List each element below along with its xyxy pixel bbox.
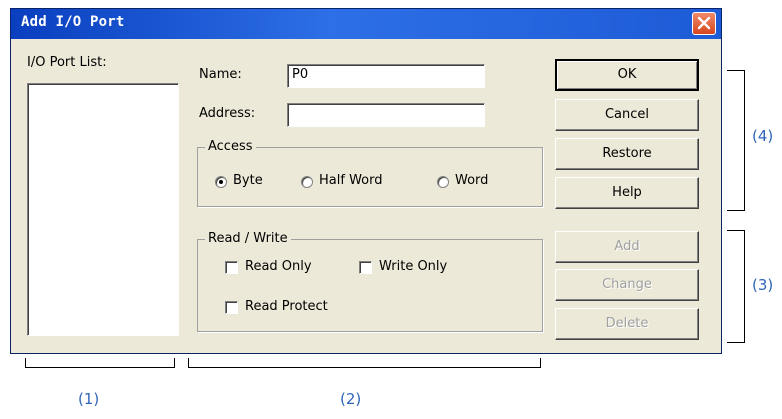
byte-radio[interactable] [215,176,227,188]
half-word-radio-label[interactable]: Half Word [319,173,382,188]
cancel-button[interactable]: Cancel [555,99,699,131]
restore-button[interactable]: Restore [555,138,699,170]
name-input[interactable]: P0 [287,64,485,88]
read-protect-checkbox[interactable] [225,301,238,314]
address-label: Address: [199,106,256,121]
ok-button[interactable]: OK [555,59,699,91]
annotation-1: (1) [78,390,100,408]
delete-button[interactable]: Delete [555,308,699,340]
access-group-title: Access [205,139,256,154]
io-port-list[interactable] [27,83,179,336]
name-label: Name: [199,67,242,82]
bracket-1 [25,358,175,368]
bracket-2 [188,358,541,368]
write-only-label[interactable]: Write Only [379,259,447,274]
address-input[interactable] [287,103,485,127]
bracket-3 [727,230,745,343]
word-radio-label[interactable]: Word [455,173,488,188]
close-icon [697,16,711,30]
read-protect-label[interactable]: Read Protect [245,299,328,314]
write-only-checkbox[interactable] [359,261,372,274]
io-port-list-label: I/O Port List: [27,55,107,70]
read-write-group [197,239,543,332]
title-bar[interactable]: Add I/O Port [11,9,721,39]
add-button[interactable]: Add [555,231,699,263]
annotation-3: (3) [752,276,774,294]
change-button[interactable]: Change [555,269,699,301]
half-word-radio[interactable] [301,176,313,188]
word-radio[interactable] [437,176,449,188]
close-button[interactable] [692,12,716,35]
bracket-4 [727,70,745,211]
annotation-4: (4) [752,127,774,145]
read-only-checkbox[interactable] [225,261,238,274]
read-only-label[interactable]: Read Only [245,259,312,274]
help-button[interactable]: Help [555,177,699,209]
annotation-2: (2) [340,390,362,408]
byte-radio-label[interactable]: Byte [233,173,263,188]
read-write-group-title: Read / Write [205,231,291,246]
window-title: Add I/O Port [21,14,125,30]
